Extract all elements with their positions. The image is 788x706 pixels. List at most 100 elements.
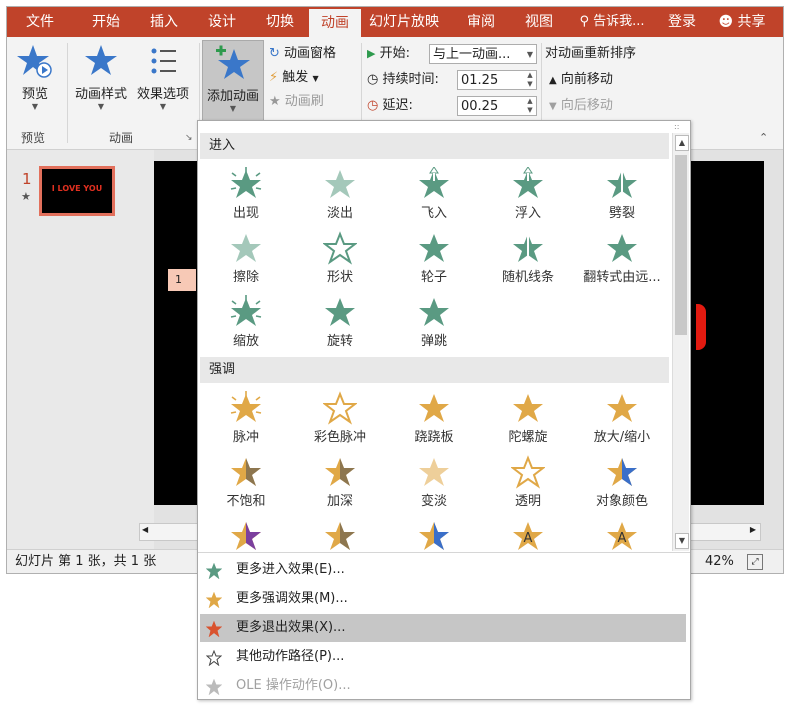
thumbnail-text: I LOVE YOU — [51, 184, 103, 193]
entrance-effect-8[interactable]: 随机线条 — [484, 231, 572, 285]
more-emphasis-effects-item[interactable]: 更多强调效果(M)... — [200, 585, 686, 613]
emphasis-effect-2[interactable]: 跷跷板 — [390, 391, 478, 445]
ole-action-verbs-item[interactable]: OLE 操作动作(O)... — [200, 672, 686, 699]
emphasis-effect-7[interactable]: 变淡 — [390, 455, 478, 509]
emphasis-effect-8[interactable]: 透明 — [484, 455, 572, 509]
entrance-effect-6[interactable]: 形状 — [296, 231, 384, 285]
emphasis-effect-3[interactable]: 陀螺旋 — [484, 391, 572, 445]
group-label-animation: 动画 — [109, 131, 134, 145]
move-earlier-button[interactable]: ▲ 向前移动 — [549, 69, 613, 91]
gallery-vertical-scrollbar[interactable]: ▲ ▼ — [672, 133, 689, 551]
tab-animations[interactable]: 动画 — [309, 9, 361, 37]
grow-turn-star-icon — [578, 231, 666, 265]
more-entrance-effects-item[interactable]: 更多进入效果(E)... — [200, 556, 686, 584]
tab-file[interactable]: 文件 — [7, 7, 73, 37]
collapse-ribbon-icon[interactable]: ⌃ — [759, 131, 768, 144]
spinner-arrows-icon[interactable]: ▲ ▼ — [525, 97, 535, 115]
spinner-arrows-icon[interactable]: ▲ ▼ — [525, 71, 535, 89]
entrance-effect-label: 翻转式由远... — [583, 270, 661, 285]
entrance-effect-3[interactable]: 浮入 — [484, 167, 572, 221]
scrollbar-thumb[interactable] — [675, 155, 687, 335]
animation-order-tag[interactable]: 1 — [168, 269, 196, 291]
slide-thumbnail[interactable]: I LOVE YOU — [39, 166, 115, 216]
tab-design[interactable]: 设计 — [193, 7, 251, 37]
entrance-effect-10[interactable]: 缩放 — [202, 295, 290, 349]
fade-star-icon — [296, 167, 384, 201]
emphasis-effect-9[interactable]: 对象颜色 — [578, 455, 666, 509]
dialog-launcher-icon[interactable]: ↘ — [185, 133, 193, 143]
entrance-effect-5[interactable]: 擦除 — [202, 231, 290, 285]
scroll-up-icon[interactable]: ▲ — [675, 135, 689, 151]
emphasis-effect-4[interactable]: 放大/缩小 — [578, 391, 666, 445]
entrance-effect-7[interactable]: 轮子 — [390, 231, 478, 285]
ribbon-tab-bar: 文件 开始 插入 设计 切换 动画 幻灯片放映 审阅 视图 ⚲ 告诉我... 登… — [7, 7, 783, 37]
entrance-effect-0[interactable]: 出现 — [202, 167, 290, 221]
entrance-effect-label: 劈裂 — [608, 206, 635, 221]
add-animation-button[interactable]: 添加动画 ▼ — [202, 40, 264, 124]
more-motion-paths-item[interactable]: 其他动作路径(P)... — [200, 643, 686, 671]
desaturate-star-icon — [202, 455, 290, 489]
object-color-star-icon — [578, 455, 666, 489]
emphasis-effect-label: 对象颜色 — [595, 494, 648, 509]
darken-star-icon — [296, 455, 384, 489]
zoom-level[interactable]: 42% — [705, 550, 734, 573]
entrance-effect-11[interactable]: 旋转 — [296, 295, 384, 349]
fit-to-window-icon[interactable]: ⤢ — [747, 554, 763, 570]
lightbulb-icon: ⚲ — [579, 14, 589, 29]
share-button[interactable]: ☻ 共享 — [707, 7, 777, 37]
tab-transitions[interactable]: 切换 — [251, 7, 309, 37]
delay-input[interactable]: 00.25 ▲ ▼ — [457, 96, 537, 116]
entrance-effect-label: 形状 — [326, 270, 353, 285]
emphasis-effect-11[interactable] — [296, 519, 384, 551]
scroll-right-icon[interactable]: ▶ — [750, 525, 756, 534]
emphasis-effect-10[interactable] — [202, 519, 290, 551]
scroll-left-icon[interactable]: ◀ — [142, 525, 148, 534]
entrance-effect-9[interactable]: 翻转式由远... — [578, 231, 666, 285]
tell-me-box[interactable]: ⚲ 告诉我... — [569, 7, 655, 37]
entrance-effect-1[interactable]: 淡出 — [296, 167, 384, 221]
slide-text-fragment — [696, 304, 706, 350]
tab-insert[interactable]: 插入 — [135, 7, 193, 37]
more-exit-effects-item[interactable]: 更多退出效果(X)... — [200, 614, 686, 642]
tab-slideshow[interactable]: 幻灯片放映 — [363, 7, 445, 37]
fill-color-star-icon — [390, 519, 478, 551]
emphasis-effect-5[interactable]: 不饱和 — [202, 455, 290, 509]
entrance-effect-2[interactable]: 飞入 — [390, 167, 478, 221]
chevron-down-icon: ▼ — [159, 102, 167, 111]
shape-star-icon — [296, 231, 384, 265]
entrance-effect-4[interactable]: 劈裂 — [578, 167, 666, 221]
tab-view[interactable]: 视图 — [510, 7, 568, 37]
add-animation-gallery: :: 进入 出现 淡出 飞入 浮入 劈裂 擦除 形状 轮子 随机线条 翻转式由远... 缩放 旋转 弹跳… — [197, 120, 691, 700]
fly-in-star-icon — [390, 167, 478, 201]
scroll-down-icon[interactable]: ▼ — [675, 533, 689, 549]
chevron-down-icon: ▼ — [312, 74, 319, 83]
painter-star-icon: ★ — [269, 94, 281, 109]
gallery-resize-grip-icon[interactable]: :: — [674, 122, 679, 131]
wheel-star-icon — [390, 231, 478, 265]
color-pulse-star-icon — [296, 391, 384, 425]
entrance-effect-label: 淡出 — [326, 206, 353, 221]
star-icon — [85, 45, 117, 75]
start-dropdown[interactable]: 与上一动画... ▼ — [429, 44, 537, 64]
emphasis-effect-14[interactable]: A — [578, 519, 666, 551]
emphasis-effect-1[interactable]: 彩色脉冲 — [296, 391, 384, 445]
tab-review[interactable]: 审阅 — [452, 7, 510, 37]
duration-input[interactable]: 01.25 ▲ ▼ — [457, 70, 537, 90]
move-later-button[interactable]: ▼ 向后移动 — [549, 95, 613, 117]
emphasis-effect-12[interactable] — [390, 519, 478, 551]
teeter-star-icon — [390, 391, 478, 425]
entrance-effect-label: 轮子 — [420, 270, 447, 285]
transparency-star-icon — [484, 455, 572, 489]
sign-in-link[interactable]: 登录 — [659, 7, 705, 37]
trigger-button[interactable]: ⚡ 触发 ▼ — [269, 67, 319, 89]
emphasis-effect-6[interactable]: 加深 — [296, 455, 384, 509]
effect-options-button[interactable]: 效果选项 ▼ — [133, 43, 193, 111]
animation-pane-button[interactable]: ↻ 动画窗格 — [269, 43, 336, 65]
animation-painter-button[interactable]: ★ 动画刷 — [269, 91, 324, 113]
emphasis-effect-0[interactable]: 脉冲 — [202, 391, 290, 445]
tab-home[interactable]: 开始 — [77, 7, 135, 37]
animation-style-button[interactable]: 动画样式 ▼ — [71, 43, 131, 111]
emphasis-effect-13[interactable]: A — [484, 519, 572, 551]
entrance-effect-12[interactable]: 弹跳 — [390, 295, 478, 349]
preview-button[interactable]: 预览 ▼ — [13, 43, 57, 111]
